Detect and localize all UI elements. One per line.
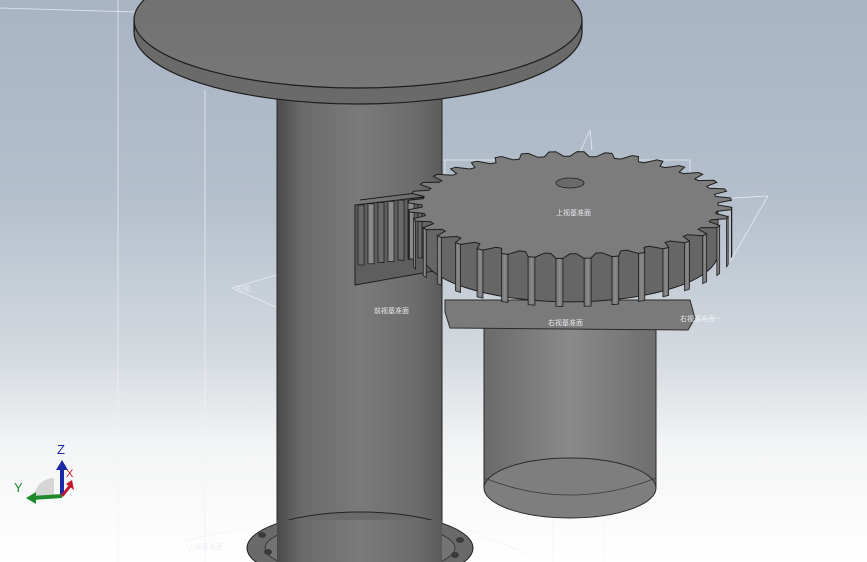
gear-tooth [408,209,410,261]
gear-tooth [527,256,536,306]
gear-tooth [476,248,484,299]
gear-tooth [501,252,509,303]
cad-model-scene[interactable] [0,0,867,562]
gear-tooth [716,224,721,277]
x-axis-label: X [66,468,74,480]
gear-tooth [436,235,442,287]
top-disc [133,0,583,105]
rack-tooth [397,199,405,261]
rack-tooth [377,202,385,264]
gear-tooth [413,217,416,271]
spur-gear [407,151,733,307]
gear-tooth [638,251,646,302]
rack-tooth [387,200,395,262]
plane-label-right-2: 右视 [236,285,250,293]
gear-tooth [555,257,564,307]
y-axis-label: Y [14,480,23,495]
plane-label-top-1: 上视基准面 [556,209,591,217]
view-orientation-triad[interactable]: Z Y X [12,440,82,510]
gear-tooth [611,255,620,306]
plane-label-top-2: 上视基准面 [188,543,223,551]
gear-tooth [583,257,592,307]
gear-tooth [684,240,690,292]
rack-tooth [357,204,365,266]
column-body [276,89,443,562]
gear-tooth [702,233,708,285]
y-axis-icon [31,494,63,500]
gear-tooth [662,246,670,298]
gear-tooth [422,226,427,279]
plane-label-front: 前视基准面 [374,307,409,315]
plane-label-right-3: 右视基准面 [680,315,715,323]
plane-label-right-1: 右视基准面 [548,319,583,327]
gear-tooth [726,215,729,269]
graphics-viewport[interactable]: 上视基准面 前视基准面 右视基准面 右视 右视基准面 上视基准面 Z Y X [0,0,867,562]
motor-cylinder [444,299,696,519]
rack-tooth [367,203,375,265]
z-axis-label: Z [57,442,65,457]
gear-tooth [455,242,461,293]
